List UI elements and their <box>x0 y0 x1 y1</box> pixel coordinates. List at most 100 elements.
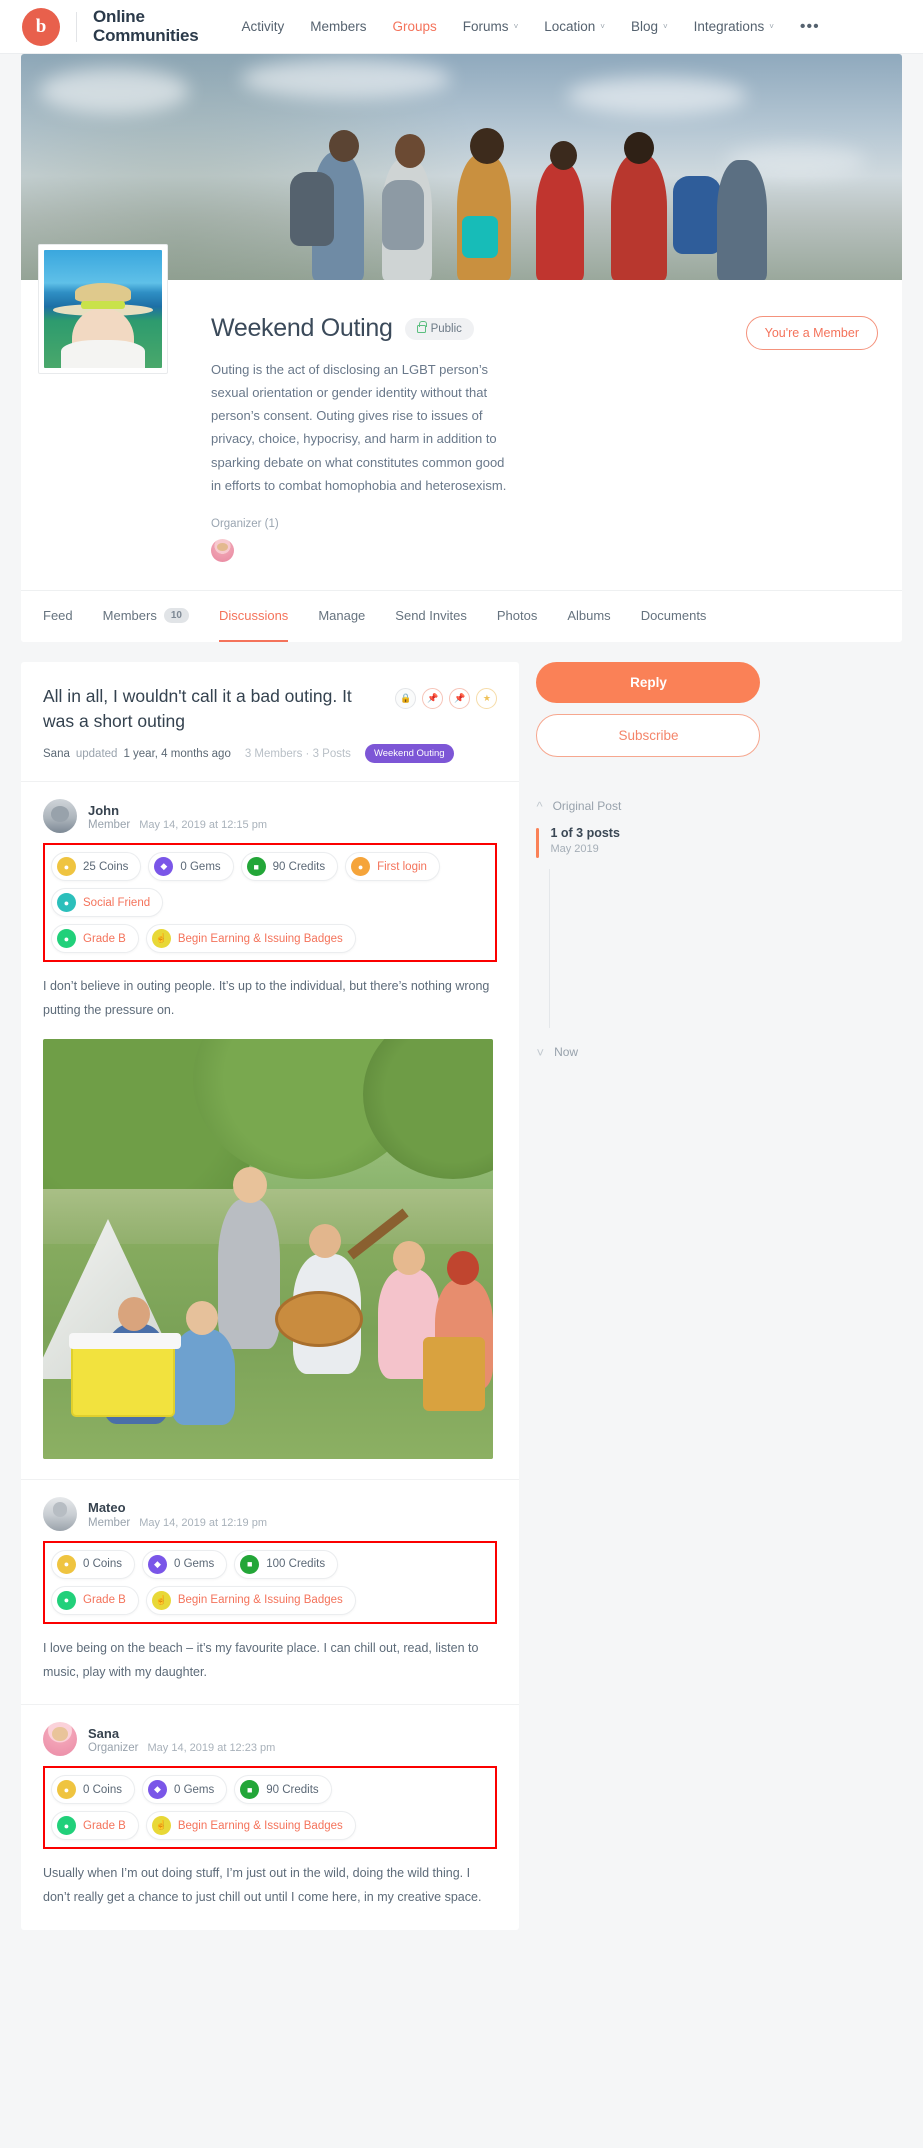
tab-photos[interactable]: Photos <box>497 591 537 642</box>
unpin-icon[interactable]: 📌 <box>449 687 471 709</box>
tab-label: Discussions <box>218 607 289 623</box>
nav-item-groups[interactable]: Groups <box>380 19 450 34</box>
post-date: May 14, 2019 at 12:19 pm <box>139 1516 267 1529</box>
privacy-label: Public <box>430 322 462 335</box>
badge-login[interactable]: ● First login <box>345 852 440 882</box>
badges-highlight-box: ● 0 Coins ◆ 0 Gems ■ 90 Credits ● Grade B ☝ Begin… <box>43 1766 498 1850</box>
badge-credit[interactable]: ■ 100 Credits <box>234 1549 339 1579</box>
group-title: Weekend Outing <box>211 314 393 342</box>
badge-begin[interactable]: ☝ Begin Earning & Issuing Badges <box>145 924 356 954</box>
page-root: b Online Communities Activity Members Grou… <box>0 0 923 1960</box>
group-avatar-image <box>44 250 162 368</box>
badge-label: 25 Coins <box>83 860 129 873</box>
post-author-name[interactable]: Sana <box>88 1725 275 1743</box>
membership-button[interactable]: You're a Member <box>745 316 878 350</box>
post-author-row: Mateo Member May 14, 2019 at 12:19 pm <box>43 1496 497 1531</box>
badge-label: Grade B <box>83 932 126 945</box>
thread-author[interactable]: Sana <box>43 748 70 760</box>
nav-item-blog[interactable]: Blog ˅ <box>618 19 681 34</box>
badge-gem[interactable]: ◆ 0 Gems <box>142 1549 228 1579</box>
badge-gem[interactable]: ◆ 0 Gems <box>142 1775 228 1805</box>
nav-item-activity[interactable]: Activity <box>228 19 297 34</box>
tab-feed[interactable]: Feed <box>43 591 73 642</box>
badge-grade[interactable]: ● Grade B <box>51 924 139 954</box>
social-icon: ● <box>57 893 76 913</box>
original-post-label: Original Post <box>552 799 622 814</box>
nav-item-location[interactable]: Location ˅ <box>531 19 618 34</box>
nav-item-label: Forums <box>462 19 509 34</box>
badge-label: 90 Credits <box>266 1783 319 1796</box>
group-title-row: Weekend Outing Public <box>211 314 722 343</box>
badge-credit[interactable]: ■ 90 Credits <box>234 1775 332 1805</box>
tab-albums[interactable]: Albums <box>567 591 610 642</box>
credit-icon: ■ <box>240 1554 260 1574</box>
coin-icon: ● <box>57 1554 76 1574</box>
post-author-meta: Member May 14, 2019 at 12:19 pm <box>88 1517 267 1529</box>
badge-grade[interactable]: ● Grade B <box>51 1811 139 1841</box>
badge-row: ● 25 Coins ◆ 0 Gems ■ 90 Credits ● First login ●… <box>51 852 489 918</box>
nav-item-label: Activity <box>241 19 285 34</box>
chevron-down-icon: ˅ <box>769 22 774 31</box>
timeline-post-date: May 2019 <box>550 842 599 855</box>
timeline-now[interactable]: ˅ Now <box>536 1045 760 1060</box>
post-author-row: John Member May 14, 2019 at 12:15 pm <box>43 799 497 834</box>
lock-icon[interactable]: 🔒 <box>395 687 417 709</box>
post-author-meta: Member May 14, 2019 at 12:15 pm <box>88 819 267 831</box>
timeline-top[interactable]: ^ Original Post <box>536 799 760 814</box>
post-john: John Member May 14, 2019 at 12:15 pm ● 25 Co… <box>21 782 520 1480</box>
badge-label: 100 Credits <box>266 1558 326 1571</box>
post-author-role: Member <box>88 1516 131 1529</box>
avatar[interactable] <box>43 1496 77 1531</box>
logo-icon: b <box>22 7 60 46</box>
grade-icon: ● <box>57 1590 76 1610</box>
tab-manage[interactable]: Manage <box>318 591 365 642</box>
subscribe-button[interactable]: Subscribe <box>536 713 761 757</box>
badge-grade[interactable]: ● Grade B <box>51 1585 139 1615</box>
privacy-badge: Public <box>404 317 474 340</box>
badge-credit[interactable]: ■ 90 Credits <box>240 852 339 882</box>
nav-item-forums[interactable]: Forums ˅ <box>450 19 531 34</box>
post-author-info: John Member May 14, 2019 at 12:15 pm <box>88 802 267 832</box>
post-sana: Sana Organizer May 14, 2019 at 12:23 pm ● 0 … <box>21 1705 519 1930</box>
reply-button[interactable]: Reply <box>536 661 761 703</box>
post-attached-photo[interactable] <box>43 1038 493 1459</box>
tab-send-invites[interactable]: Send Invites <box>395 591 467 642</box>
avatar[interactable] <box>43 799 77 834</box>
tab-documents[interactable]: Documents <box>641 591 707 642</box>
avatar[interactable] <box>43 1722 77 1757</box>
coin-icon: ● <box>57 1780 76 1800</box>
organizer-avatar[interactable] <box>211 538 234 562</box>
badge-begin[interactable]: ☝ Begin Earning & Issuing Badges <box>145 1585 356 1615</box>
thread-meta: Sana updated 1 year, 4 months ago 3 Memb… <box>43 744 497 764</box>
star-icon[interactable]: ★ <box>476 687 498 709</box>
timeline-post-counter: 1 of 3 posts <box>550 825 620 840</box>
thread-tag[interactable]: Weekend Outing <box>364 744 454 764</box>
nav-item-integrations[interactable]: Integrations ˅ <box>681 19 787 34</box>
post-text: Usually when I’m out doing stuff, I’m ju… <box>43 1866 482 1905</box>
tab-label: Documents <box>640 607 707 623</box>
tab-members[interactable]: Members 10 <box>103 591 189 642</box>
nav-item-members[interactable]: Members <box>297 19 379 34</box>
thread-counts: 3 Members · 3 Posts <box>244 747 351 760</box>
main-nav: Activity Members Groups Forums ˅ Location ˅ Blo… <box>228 19 786 34</box>
badge-coin[interactable]: ● 25 Coins <box>51 852 142 882</box>
badge-label: 0 Coins <box>83 1558 122 1571</box>
badge-begin[interactable]: ☝ Begin Earning & Issuing Badges <box>145 1811 356 1841</box>
grade-icon: ● <box>57 929 76 949</box>
pin-icon[interactable]: 📌 <box>422 687 444 709</box>
thread-updated-label: updated <box>75 747 118 760</box>
nav-item-label: Blog <box>630 19 658 34</box>
brand[interactable]: b Online Communities <box>22 7 199 46</box>
badge-coin[interactable]: ● 0 Coins <box>51 1775 135 1805</box>
post-author-name[interactable]: Mateo <box>88 1499 267 1517</box>
post-author-name[interactable]: John <box>88 802 267 820</box>
timeline-current-item[interactable]: 1 of 3 posts May 2019 <box>536 825 760 858</box>
badge-coin[interactable]: ● 0 Coins <box>51 1549 135 1579</box>
group-body: Weekend Outing Public Outing is the act … <box>21 244 902 562</box>
nav-more-icon[interactable]: ••• <box>787 18 833 36</box>
badge-social[interactable]: ● Social Friend <box>51 888 164 918</box>
tab-discussions[interactable]: Discussions <box>218 591 289 642</box>
badge-gem[interactable]: ◆ 0 Gems <box>148 852 234 882</box>
nav-item-label: Members <box>310 19 367 34</box>
thread-action-icons: 🔒 📌 📌 ★ <box>395 684 498 709</box>
